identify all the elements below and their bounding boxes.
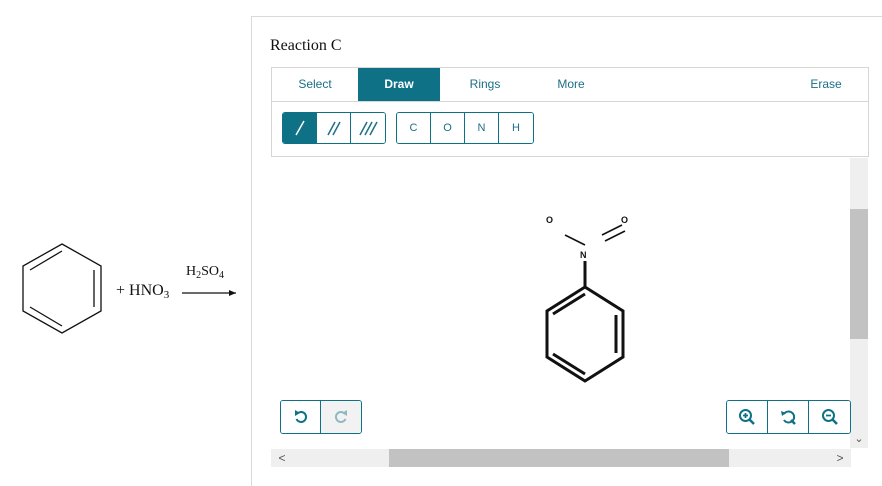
tool-tabs: Select Draw Rings More Erase	[271, 67, 869, 102]
single-bond-button[interactable]	[283, 113, 317, 143]
atom-o-button[interactable]: O	[431, 113, 465, 143]
draw-toolbar: C O N H	[271, 102, 869, 157]
phenyl-ring	[545, 285, 625, 383]
atom-n-button[interactable]: N	[465, 113, 499, 143]
panel-title: Reaction C	[270, 37, 342, 54]
history-controls	[280, 400, 362, 434]
benzene-reactant	[22, 243, 236, 334]
single-bond-icon	[294, 120, 305, 136]
vertical-scroll-thumb[interactable]	[850, 209, 868, 339]
reset-zoom-icon	[781, 410, 796, 425]
undo-button[interactable]	[281, 401, 321, 433]
catalyst-h2so4: H2SO4	[186, 264, 225, 281]
tab-draw[interactable]: Draw	[358, 68, 440, 101]
double-bond-button[interactable]	[317, 113, 351, 143]
reagent-hno3: + HNO3	[116, 282, 170, 301]
atom-h-button[interactable]: H	[499, 113, 533, 143]
reset-zoom-button[interactable]	[768, 401, 809, 433]
tab-select[interactable]: Select	[280, 68, 350, 101]
undo-icon	[294, 410, 307, 423]
zoom-controls	[726, 400, 851, 434]
erase-button[interactable]: Erase	[792, 68, 860, 101]
atom-tools: C O N H	[396, 112, 534, 144]
reaction-scheme: + HNO3 H2SO4	[0, 0, 250, 481]
double-bond-icon	[326, 121, 341, 136]
atom-c-button[interactable]: C	[397, 113, 431, 143]
n-o-single-bond	[564, 234, 586, 246]
redo-button[interactable]	[321, 401, 361, 433]
scroll-left-arrow[interactable]: <	[274, 449, 290, 467]
nitrogen-label: N	[580, 250, 587, 260]
zoom-in-icon	[739, 409, 755, 425]
zoom-out-icon	[821, 409, 838, 425]
oxygen-left-label: O	[546, 215, 553, 225]
horizontal-scroll-thumb[interactable]	[389, 449, 729, 467]
tab-more[interactable]: More	[536, 68, 606, 101]
scroll-right-arrow[interactable]: >	[832, 449, 848, 467]
drawing-panel: Reaction C Select Draw Rings More Erase …	[251, 16, 882, 486]
triple-bond-icon	[359, 121, 378, 136]
scroll-down-arrow[interactable]: ⌄	[850, 431, 868, 447]
zoom-out-button[interactable]	[809, 401, 850, 433]
tab-rings[interactable]: Rings	[450, 68, 520, 101]
redo-icon	[334, 410, 347, 423]
bond-tools	[282, 112, 386, 144]
triple-bond-button[interactable]	[351, 113, 385, 143]
oxygen-right-label: O	[621, 215, 628, 225]
zoom-in-button[interactable]	[727, 401, 768, 433]
